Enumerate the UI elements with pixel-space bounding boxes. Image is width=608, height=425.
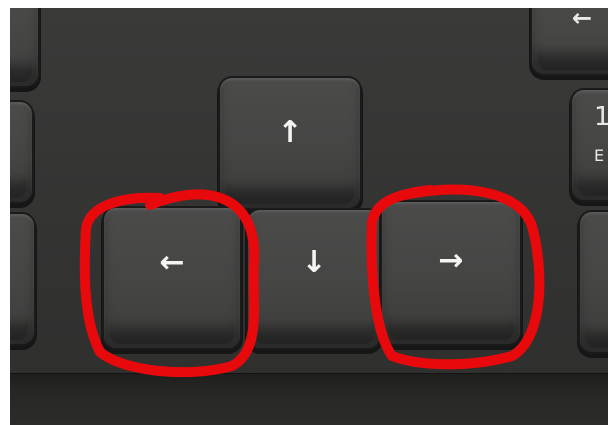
down-arrow-icon: ↓ [301, 245, 327, 280]
up-arrow-icon: ↑ [277, 115, 303, 150]
partial-key-right-numpad-1: 1 E [572, 90, 608, 200]
partial-key-right-top: ← [532, 8, 608, 74]
edge-left-arrow-legend: ← [572, 8, 593, 32]
photo-scene: ← 1 E ↑ ← ↓ → [0, 0, 608, 425]
down-arrow-key: ↓ [248, 210, 380, 348]
keyboard-photo: ← 1 E ↑ ← ↓ → [10, 8, 608, 425]
keyboard-bezel [10, 373, 608, 425]
partial-key-right-bottom [580, 212, 608, 352]
right-arrow-icon: → [438, 243, 464, 278]
up-arrow-key: ↑ [220, 78, 360, 208]
numpad-1-legend: 1 [594, 102, 608, 132]
right-arrow-key: → [382, 202, 520, 344]
partial-key-left-bottom [10, 214, 34, 344]
left-arrow-icon: ← [159, 245, 185, 280]
partial-key-left-top [10, 8, 38, 86]
numpad-end-legend: E [594, 146, 605, 165]
partial-key-left-middle [10, 102, 32, 202]
left-arrow-key: ← [104, 208, 240, 348]
